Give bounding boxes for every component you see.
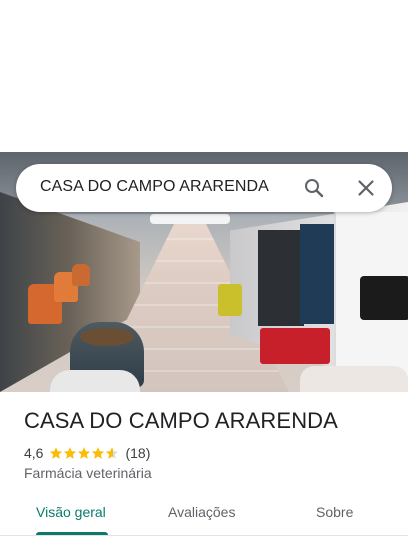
blank-area — [0, 0, 408, 152]
photo-bag — [50, 370, 140, 392]
search-bar[interactable]: CASA DO CAMPO ARARENDA — [16, 164, 392, 212]
tab-reviews[interactable]: Avaliações — [168, 504, 235, 520]
star-icon — [50, 447, 63, 459]
photo-lights — [150, 214, 230, 224]
photo-bags — [300, 366, 408, 392]
tab-about[interactable]: Sobre — [316, 504, 353, 520]
photo-cabinet — [258, 230, 304, 326]
close-icon[interactable] — [354, 176, 378, 200]
search-icon[interactable] — [302, 176, 326, 200]
photo-yellow-bin — [218, 284, 242, 316]
place-title: CASA DO CAMPO ARARENDA — [24, 408, 338, 433]
photo-red-crate — [260, 328, 330, 364]
photo-bin — [72, 264, 90, 286]
photo-scale — [360, 276, 408, 320]
star-icon — [78, 447, 91, 459]
search-input[interactable]: CASA DO CAMPO ARARENDA — [40, 178, 269, 196]
tab-overview[interactable]: Visão geral — [36, 504, 106, 520]
tab-bar: Visão geral Avaliações Sobre — [0, 494, 408, 536]
star-icon — [64, 447, 77, 459]
review-count[interactable]: (18) — [125, 445, 150, 461]
photo-sack-content — [80, 328, 134, 346]
divider — [0, 535, 408, 536]
rating-value: 4,6 — [24, 445, 44, 461]
half-star-icon — [106, 447, 119, 459]
rating-row[interactable]: 4,6 (18) — [24, 444, 150, 462]
rating-stars — [49, 446, 119, 460]
star-icon — [92, 447, 105, 459]
place-category[interactable]: Farmácia veterinária — [24, 465, 152, 481]
